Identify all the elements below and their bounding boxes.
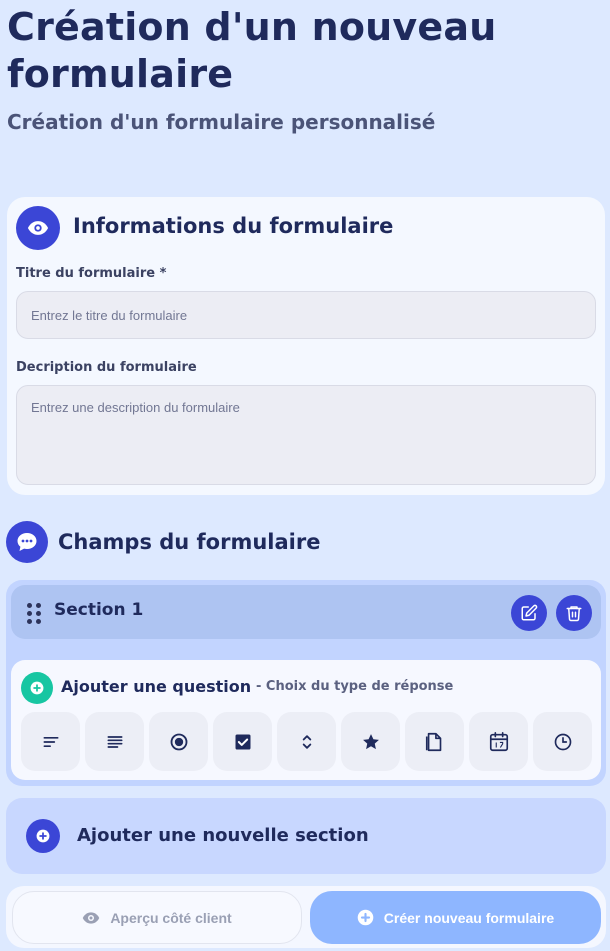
- type-radio-button[interactable]: [149, 712, 208, 771]
- long-text-icon: [107, 735, 122, 748]
- eye-icon: [83, 911, 100, 924]
- short-text-icon: [43, 736, 59, 747]
- add-question-title: Ajouter une question: [61, 677, 252, 696]
- edit-icon: [521, 604, 538, 621]
- type-date-button[interactable]: [469, 712, 528, 771]
- fields-title: Champs du formulaire: [58, 530, 321, 554]
- edit-section-button[interactable]: [511, 595, 547, 631]
- add-question-card: Ajouter une question - Choix du type de …: [11, 660, 601, 780]
- plus-circle-icon: [26, 819, 60, 853]
- add-question-subtitle: - Choix du type de réponse: [256, 679, 454, 694]
- time-icon: [554, 733, 571, 750]
- radio-icon: [170, 733, 187, 750]
- add-section-button[interactable]: Ajouter une nouvelle section: [6, 798, 606, 874]
- page-subtitle: Création d'un formulaire personnalisé: [7, 110, 436, 134]
- create-form-label: Créer nouveau formulaire: [383, 909, 555, 926]
- preview-button[interactable]: Aperçu côté client: [12, 891, 302, 944]
- drag-handle-icon[interactable]: [27, 603, 41, 624]
- delete-section-button[interactable]: [556, 595, 592, 631]
- chat-bubble-icon: [6, 521, 48, 563]
- type-short-text-button[interactable]: [21, 712, 80, 771]
- file-upload-icon: [425, 732, 441, 751]
- form-title-label: Titre du formulaire *: [16, 266, 167, 281]
- date-icon: [489, 731, 508, 751]
- form-info-card: Informations du formulaire Titre du form…: [7, 197, 605, 495]
- type-time-button[interactable]: [533, 712, 592, 771]
- form-description-label: Decription du formulaire: [16, 360, 197, 375]
- form-title-input[interactable]: [16, 291, 596, 339]
- create-form-button[interactable]: Créer nouveau formulaire: [310, 891, 601, 944]
- action-bar: Aperçu côté client Créer nouveau formula…: [6, 886, 606, 948]
- plus-circle-icon: [357, 909, 374, 926]
- type-checkbox-button[interactable]: [213, 712, 272, 771]
- form-description-input[interactable]: [16, 385, 596, 485]
- fields-header: Champs du formulaire: [6, 521, 596, 565]
- form-info-title: Informations du formulaire: [73, 214, 394, 238]
- eye-icon: [16, 206, 60, 250]
- type-long-text-button[interactable]: [85, 712, 144, 771]
- type-file-button[interactable]: [405, 712, 464, 771]
- star-rating-icon: [362, 733, 379, 749]
- preview-label: Aperçu côté client: [110, 909, 232, 926]
- dropdown-icon: [302, 734, 311, 749]
- page-title: Création d'un nouveau formulaire: [7, 5, 497, 96]
- type-rating-button[interactable]: [341, 712, 400, 771]
- section-title: Section 1: [54, 600, 144, 620]
- trash-icon: [566, 606, 582, 622]
- question-type-list: [21, 712, 595, 772]
- section-header: Section 1: [11, 585, 601, 639]
- section-card: Section 1 Ajouter une question - Choix d…: [6, 580, 606, 786]
- add-section-label: Ajouter une nouvelle section: [77, 825, 369, 846]
- checkbox-icon: [235, 734, 250, 749]
- plus-circle-icon: [21, 672, 53, 704]
- type-dropdown-button[interactable]: [277, 712, 336, 771]
